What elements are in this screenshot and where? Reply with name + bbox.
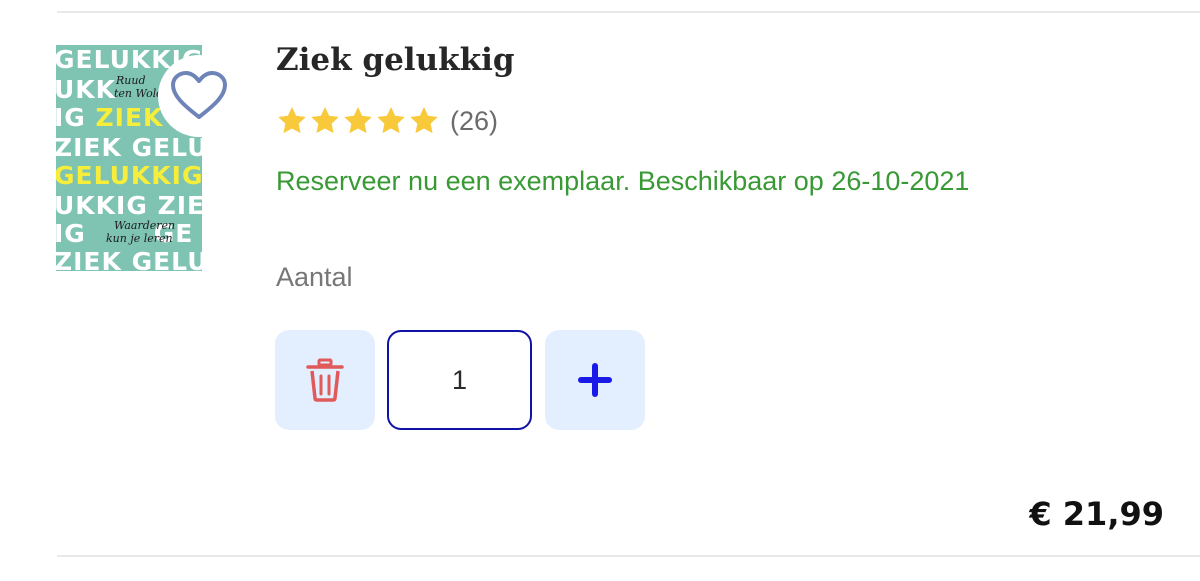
cover-subtitle-line1: Waarderen [114, 219, 176, 232]
star-icon [311, 107, 339, 134]
trash-icon [306, 358, 344, 402]
quantity-label: Aantal [276, 262, 353, 292]
add-button[interactable] [545, 330, 645, 430]
cover-text-row: UKK [56, 75, 117, 104]
price: € 21,99 [1029, 495, 1164, 533]
cover-text-row: ZIEK GELUK [56, 247, 202, 271]
star-icon [344, 107, 372, 134]
cover-author-line1: Ruud [116, 74, 146, 87]
star-icon [377, 107, 405, 134]
availability-text: Reserveer nu een exemplaar. Beschikbaar … [276, 166, 970, 196]
review-count[interactable]: (26) [450, 106, 498, 137]
favorite-button[interactable] [158, 55, 240, 137]
rating: (26) [276, 105, 498, 137]
star-icon [410, 107, 438, 134]
cover-text-row: UKKIG ZIEK [56, 191, 202, 220]
remove-button[interactable] [275, 330, 375, 430]
product-title[interactable]: Ziek gelukkig [276, 42, 515, 78]
cover-subtitle-line2: kun je leren [106, 232, 173, 245]
cover-text-row: ZIEK GELUK [56, 133, 202, 162]
top-divider [57, 11, 1200, 13]
heart-icon [171, 71, 227, 119]
plus-icon [578, 363, 612, 397]
star-icon [278, 107, 306, 134]
quantity-input[interactable]: 1 [387, 330, 532, 430]
cover-text-row: IG ZIEK [56, 103, 164, 132]
bottom-divider [57, 555, 1200, 557]
cover-text-row: GELUKKIG [56, 161, 202, 190]
